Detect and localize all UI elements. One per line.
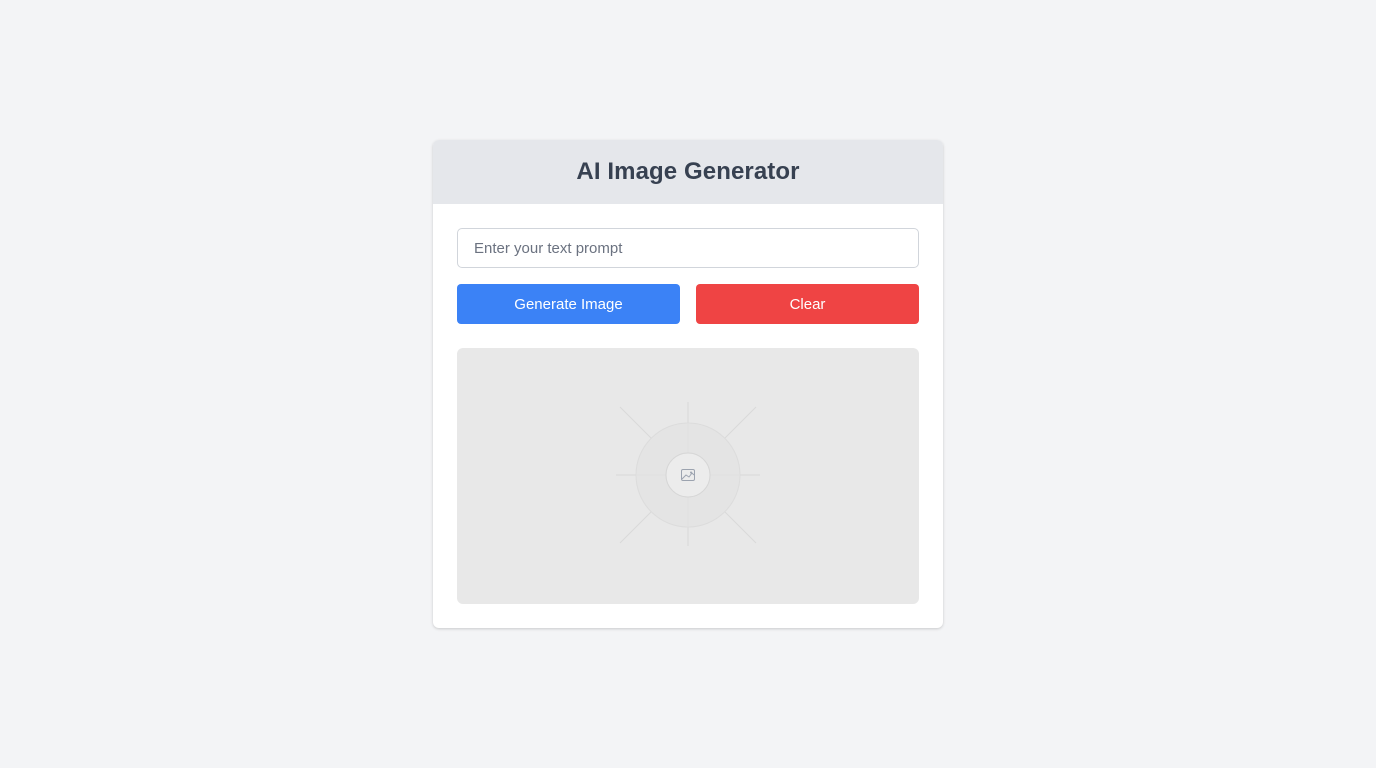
image-output-area [457,348,919,604]
image-placeholder-graphic [616,402,760,546]
clear-button[interactable]: Clear [696,284,919,324]
page-title: AI Image Generator [576,158,800,185]
card-header: AI Image Generator [433,140,943,204]
generate-image-button[interactable]: Generate Image [457,284,680,324]
card-body: Generate Image Clear [433,204,943,604]
action-buttons: Generate Image Clear [457,284,919,324]
prompt-input[interactable] [457,228,919,268]
generator-card: AI Image Generator Generate Image Clear [433,140,943,628]
